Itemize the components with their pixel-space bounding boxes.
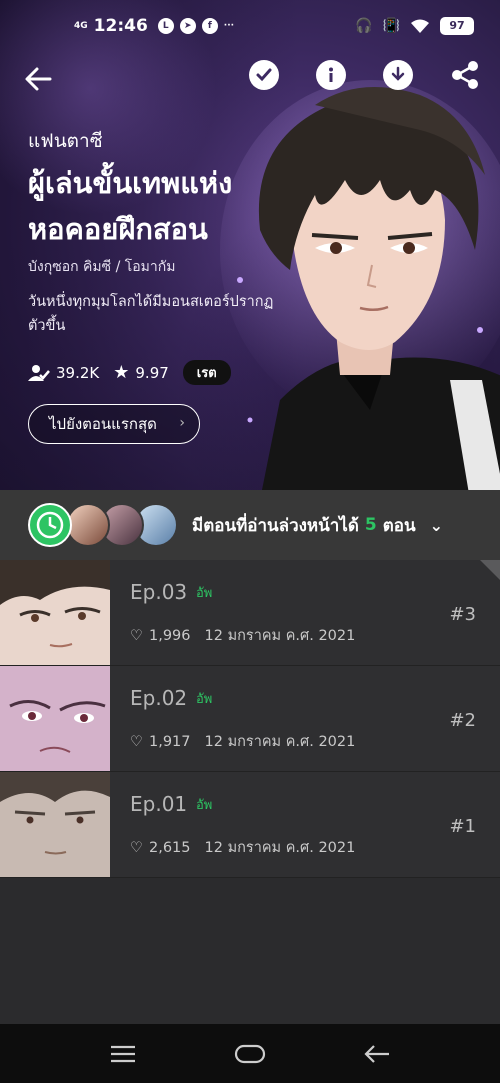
subscriber-count: 39.2K xyxy=(56,363,100,382)
episode-title: Ep.01 xyxy=(130,792,188,816)
compass-notification-icon: ➤ xyxy=(179,18,196,34)
back-arrow-icon[interactable] xyxy=(22,62,56,96)
series-title: ผู้เล่นขั้นเทพแห่งหอคอยฝึกสอน xyxy=(28,166,233,246)
menu-icon[interactable] xyxy=(109,1044,137,1064)
episode-thumbnail xyxy=(0,772,110,877)
episode-update-badge: อัพ xyxy=(196,586,213,601)
new-corner-marker xyxy=(480,560,500,580)
subscribe-button[interactable] xyxy=(249,60,279,90)
episode-date: 12 มกราคม ค.ศ. 2021 xyxy=(204,628,356,644)
chevron-right-icon: › xyxy=(179,415,185,431)
info-button[interactable] xyxy=(316,60,346,90)
episode-update-badge: อัพ xyxy=(196,692,213,707)
wifi-icon xyxy=(411,19,429,33)
star-icon: ★ xyxy=(113,362,130,383)
episode-thumbnail xyxy=(0,666,110,771)
episode-row[interactable]: Ep.02 อัพ ♡ 1,917 12 มกราคม ค.ศ. 2021 #2 xyxy=(0,666,500,772)
episode-title: Ep.03 xyxy=(130,580,188,604)
line-notification-icon: L xyxy=(157,18,174,34)
early-access-count: 5 xyxy=(364,515,377,535)
series-author: บังกุซอก คิมซี / โอมากัม xyxy=(28,259,176,275)
heart-icon: ♡ xyxy=(130,627,143,644)
preview-avatar xyxy=(66,503,110,547)
genre-label: แฟนตาซี xyxy=(28,130,103,152)
battery-indicator: 97 xyxy=(440,17,474,35)
episode-list: Ep.03 อัพ ♡ 1,996 12 มกราคม ค.ศ. 2021 #3… xyxy=(0,560,500,878)
more-notifications-icon: ··· xyxy=(223,21,235,31)
info-icon xyxy=(329,67,333,82)
clock-icon xyxy=(28,503,72,547)
check-icon xyxy=(256,68,272,82)
status-time: 12:46 xyxy=(93,16,148,36)
first-episode-button[interactable]: ไปยังตอนแรกสุด › xyxy=(28,404,200,444)
episode-number: #3 xyxy=(449,604,476,625)
facebook-notification-icon: f xyxy=(201,18,218,34)
heart-icon: ♡ xyxy=(130,839,143,856)
episode-thumbnail xyxy=(0,560,110,665)
episode-likes: 2,615 xyxy=(149,839,191,856)
download-button[interactable] xyxy=(383,60,413,90)
rating-value: 9.97 xyxy=(135,363,169,382)
early-access-text: มีตอนที่อ่านล่วงหน้าได้ xyxy=(192,515,359,536)
download-icon xyxy=(391,66,405,81)
back-icon[interactable] xyxy=(363,1043,391,1065)
headphones-icon: 🎧 xyxy=(355,18,373,34)
episode-likes: 1,917 xyxy=(149,733,191,750)
top-navigation xyxy=(0,60,500,100)
share-icon[interactable] xyxy=(450,60,480,90)
home-icon[interactable] xyxy=(234,1043,266,1065)
episode-row[interactable]: Ep.01 อัพ ♡ 2,615 12 มกราคม ค.ศ. 2021 #1 xyxy=(0,772,500,878)
episode-number: #2 xyxy=(449,710,476,731)
subscribers-icon xyxy=(28,364,50,381)
series-stats: 39.2K ★ 9.97 เรต xyxy=(28,360,231,385)
early-access-bar[interactable]: มีตอนที่อ่านล่วงหน้าได้ 5 ตอน ⌄ xyxy=(0,490,500,560)
hero-banner: 4G 12:46 L ➤ f ··· 🎧 📳 97 แฟนตาซี ผู้เล่… xyxy=(0,0,500,490)
episode-number: #1 xyxy=(449,816,476,837)
episode-update-badge: อัพ xyxy=(196,798,213,813)
first-episode-label: ไปยังตอนแรกสุด xyxy=(49,415,157,433)
episode-date: 12 มกราคม ค.ศ. 2021 xyxy=(204,734,356,750)
system-navigation-bar xyxy=(0,1024,500,1083)
status-bar: 4G 12:46 L ➤ f ··· 🎧 📳 97 xyxy=(0,0,500,52)
rating-age-badge: เรต xyxy=(182,360,231,385)
chevron-down-icon: ⌄ xyxy=(429,515,444,535)
network-indicator: 4G xyxy=(74,20,88,31)
vibrate-icon: 📳 xyxy=(382,18,400,34)
episode-title: Ep.02 xyxy=(130,686,188,710)
episode-date: 12 มกราคม ค.ศ. 2021 xyxy=(204,840,356,856)
cover-artwork xyxy=(220,80,500,490)
series-synopsis: วันหนึ่งทุกมุมโลกได้มีมอนสเตอร์ปรากฏตัวข… xyxy=(28,294,274,334)
episode-likes: 1,996 xyxy=(149,627,191,644)
heart-icon: ♡ xyxy=(130,733,143,750)
early-access-unit: ตอน xyxy=(382,515,416,536)
episode-row[interactable]: Ep.03 อัพ ♡ 1,996 12 มกราคม ค.ศ. 2021 #3 xyxy=(0,560,500,666)
